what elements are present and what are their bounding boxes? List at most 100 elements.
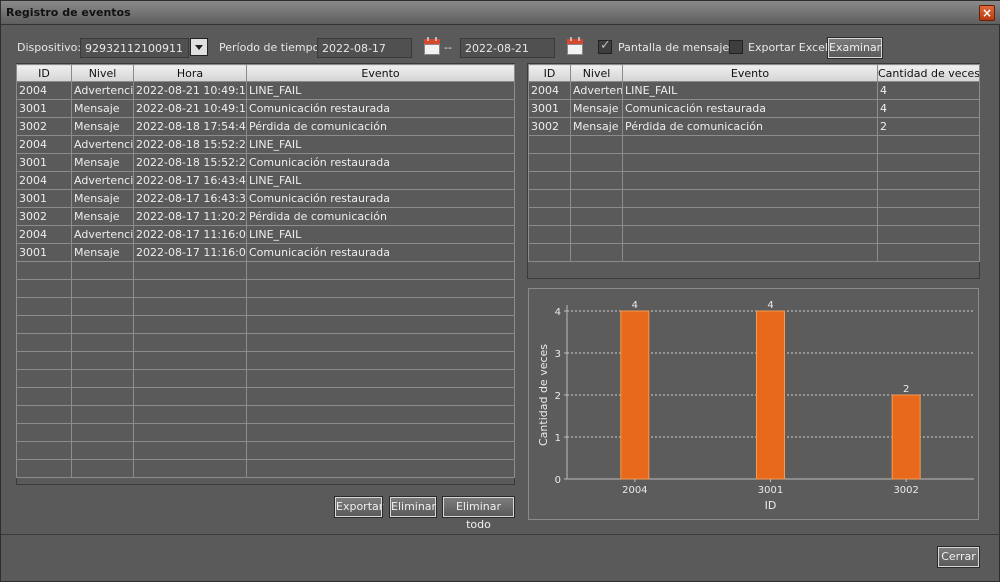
- table-cell: [528, 189, 571, 208]
- table-cell: [246, 423, 515, 442]
- table-row[interactable]: [16, 261, 515, 280]
- table-row[interactable]: [528, 207, 980, 226]
- table-cell: [133, 441, 247, 460]
- table-cell: [528, 171, 571, 190]
- table-cell: 2022-08-17 11:16:08: [133, 225, 247, 244]
- table-row[interactable]: [16, 279, 515, 298]
- summary-col-header-2[interactable]: Evento: [622, 64, 878, 82]
- table-cell: [570, 225, 623, 244]
- event-col-header-2[interactable]: Hora: [133, 64, 247, 82]
- delete-all-button[interactable]: Eliminar todo: [442, 496, 515, 531]
- table-cell: [16, 297, 72, 316]
- summary-col-header-1[interactable]: Nivel: [570, 64, 623, 82]
- close-window-button[interactable]: ×: [979, 5, 995, 21]
- table-row[interactable]: [528, 135, 980, 154]
- x-tick-label: 2004: [622, 485, 647, 496]
- table-row[interactable]: [16, 387, 515, 406]
- table-row[interactable]: 3002 Mensaje 2022-08-17 11:20:27 Pérdida de…: [16, 207, 515, 226]
- table-cell: [133, 261, 247, 280]
- table-cell: [622, 135, 878, 154]
- table-cell: 3001: [16, 243, 72, 262]
- event-col-header-3[interactable]: Evento: [246, 64, 515, 82]
- chevron-down-icon[interactable]: [190, 38, 208, 56]
- event-col-header-0[interactable]: ID: [16, 64, 72, 82]
- table-cell: [133, 423, 247, 442]
- table-row[interactable]: 3001 Mensaje 2022-08-21 10:49:13 Comunicaci…: [16, 99, 515, 118]
- table-cell: [16, 315, 72, 334]
- table-cell: Pérdida de comunicación: [246, 207, 515, 226]
- browse-button[interactable]: Examinar: [827, 37, 883, 59]
- date-to-field[interactable]: 2022-08-21: [460, 38, 555, 58]
- y-tick-label: 2: [555, 391, 561, 402]
- table-cell: Advertencia: [71, 81, 134, 100]
- bar-3002: [891, 394, 921, 480]
- table-row[interactable]: [16, 405, 515, 424]
- event-count-chart: 0 1 2 3 4 4 2004 4 3001 2 3002 ID Cantidad de veces: [537, 300, 974, 512]
- event-col-header-1[interactable]: Nivel: [71, 64, 134, 82]
- message-screen-checkbox[interactable]: [598, 38, 612, 54]
- table-cell: [16, 387, 72, 406]
- summary-col-header-3[interactable]: Cantidad de veces: [877, 64, 980, 82]
- table-row[interactable]: 3001 Mensaje 2022-08-18 15:52:21 Comunicaci…: [16, 153, 515, 172]
- table-cell: [246, 297, 515, 316]
- table-row[interactable]: 2004 Advertencia 2022-08-17 11:16:08 LINE_F…: [16, 225, 515, 244]
- summary-col-header-0[interactable]: ID: [528, 64, 571, 82]
- table-cell: LINE_FAIL: [246, 81, 515, 100]
- table-cell: [528, 207, 571, 226]
- table-cell: Advertencia: [71, 135, 134, 154]
- table-cell: 2022-08-17 11:16:03: [133, 243, 247, 262]
- table-row[interactable]: 2004 Advertencia 2022-08-17 16:43:41 LINE_F…: [16, 171, 515, 190]
- table-row[interactable]: 3002 Mensaje Pérdida de comunicación 2: [528, 117, 980, 136]
- table-cell: [16, 333, 72, 352]
- table-cell: Mensaje: [71, 189, 134, 208]
- table-row[interactable]: [16, 369, 515, 388]
- table-cell: [570, 171, 623, 190]
- table-row[interactable]: 3001 Mensaje 2022-08-17 11:16:03 Comunicaci…: [16, 243, 515, 262]
- table-cell: [71, 405, 134, 424]
- y-tick-label: 0: [555, 475, 561, 486]
- table-row[interactable]: [528, 189, 980, 208]
- table-cell: Mensaje: [71, 153, 134, 172]
- table-cell: [246, 279, 515, 298]
- table-row[interactable]: [16, 297, 515, 316]
- table-row[interactable]: [16, 423, 515, 442]
- device-select[interactable]: 92932112100911: [80, 38, 189, 58]
- table-cell: 3001: [16, 189, 72, 208]
- table-cell: [133, 333, 247, 352]
- table-row[interactable]: [528, 153, 980, 172]
- table-row[interactable]: 2004 Advertencia 2022-08-21 10:49:18 LINE_F…: [16, 81, 515, 100]
- period-label: Período de tiempo:: [219, 41, 324, 54]
- date-from-field[interactable]: 2022-08-17: [317, 38, 412, 58]
- table-row[interactable]: 3001 Mensaje Comunicación restaurada 4: [528, 99, 980, 118]
- close-button[interactable]: Cerrar: [937, 546, 980, 568]
- table-row[interactable]: [528, 243, 980, 262]
- table-row[interactable]: 3002 Mensaje 2022-08-18 17:54:46 Pérdida de…: [16, 117, 515, 136]
- x-tick-label: 3002: [893, 485, 918, 496]
- table-cell: [16, 351, 72, 370]
- table-cell: 2004: [16, 225, 72, 244]
- table-row[interactable]: [16, 333, 515, 352]
- table-cell: 2022-08-21 10:49:13: [133, 99, 247, 118]
- table-cell: [570, 243, 623, 262]
- export-button[interactable]: Exportar: [334, 496, 383, 518]
- table-row[interactable]: 2004 Advertencia 2022-08-18 15:52:26 LINE_F…: [16, 135, 515, 154]
- table-cell: 2004: [16, 171, 72, 190]
- table-cell: [622, 171, 878, 190]
- table-cell: [16, 459, 72, 478]
- date-separator: --: [444, 41, 452, 54]
- table-cell: [622, 153, 878, 172]
- table-row[interactable]: [16, 459, 515, 478]
- table-row[interactable]: 2004Adverten...LINE_FAIL4: [528, 81, 980, 100]
- table-row[interactable]: [528, 225, 980, 244]
- table-row[interactable]: 3001 Mensaje 2022-08-17 16:43:36 Comunicaci…: [16, 189, 515, 208]
- export-excel-checkbox[interactable]: [729, 40, 743, 54]
- table-cell: [71, 333, 134, 352]
- calendar-to-icon[interactable]: [567, 37, 583, 55]
- calendar-from-icon[interactable]: [424, 37, 440, 55]
- table-row[interactable]: [16, 441, 515, 460]
- y-tick-label: 3: [555, 349, 561, 360]
- table-row[interactable]: [528, 171, 980, 190]
- table-row[interactable]: [16, 315, 515, 334]
- table-row[interactable]: [16, 351, 515, 370]
- delete-button[interactable]: Eliminar: [389, 496, 437, 518]
